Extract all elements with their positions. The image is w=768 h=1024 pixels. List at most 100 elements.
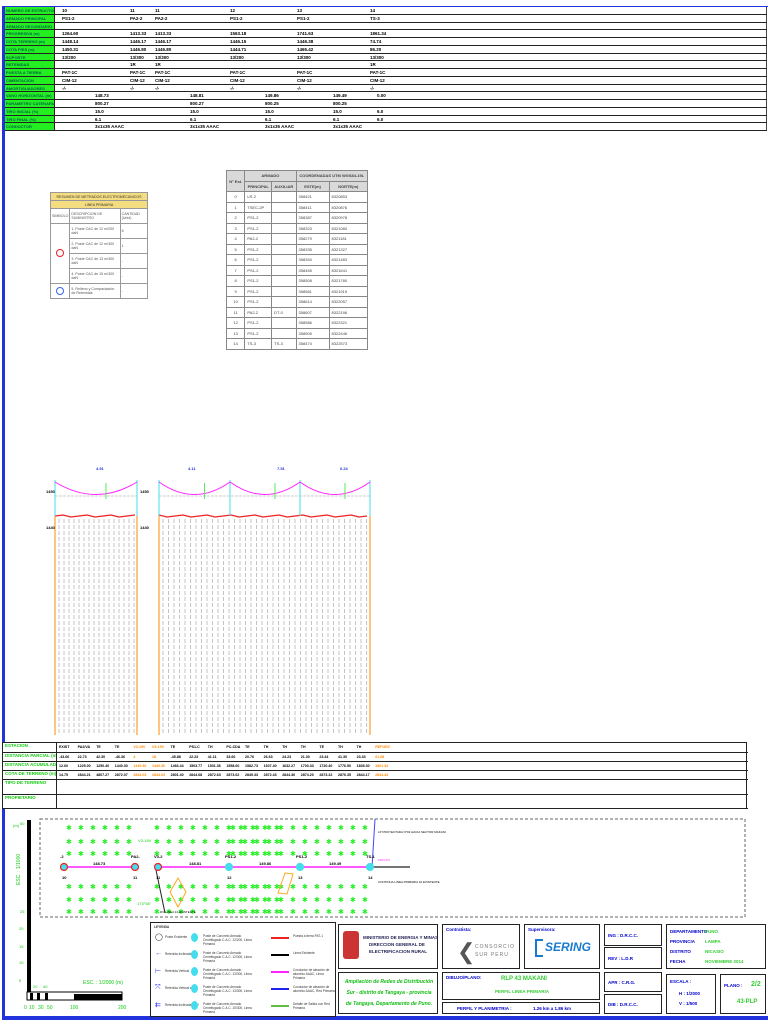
cell: 1444.71 — [230, 46, 247, 52]
cota-value: 2872.43 — [263, 773, 277, 777]
tree-icon: ✱ — [362, 883, 368, 891]
cell: 8321080 — [328, 222, 369, 234]
table-row: 4 PA2-2 358279 8321181 — [225, 233, 369, 245]
supervisor-box: Supervisora: SERING — [524, 924, 600, 969]
legend-line-icon — [271, 937, 289, 939]
legend-symbol-icon: ⇇ — [155, 1002, 161, 1009]
perfil-range: 1.26 km a 1.86 km — [533, 1006, 572, 1011]
legend-symbol-icon: ⊢ — [155, 968, 162, 975]
vertical-scale-bar — [27, 920, 31, 992]
tree-icon: ✱ — [362, 824, 368, 832]
table-row: 2 PS1-2 358387 8320978 — [225, 212, 369, 224]
row-label: PARAMETRO CATENARIA (m) — [5, 100, 55, 107]
legend-item: Linea Existente — [293, 951, 315, 955]
table-row: 3 PS1-2 358323 8321080 — [225, 222, 369, 234]
title-block: MINISTERIO DE ENERGIA Y MINAS DIRECCION … — [336, 922, 768, 1017]
cell: 800.27 — [190, 101, 204, 106]
legend-item: Detalle de Salida con Red Primaria — [293, 1002, 330, 1010]
partial-value: 26.63 — [263, 755, 273, 759]
band-label: ESTACION — [3, 743, 57, 752]
sign-rev: REV : L.D.R — [604, 947, 662, 969]
cell: 1446.17 — [130, 39, 147, 44]
structure-table: NUMERO DE ESTRUCTURA 10 11 11 12 13 14 ARMADO P… — [5, 7, 767, 131]
pole-label: PA2- — [131, 854, 140, 859]
cell: -/- — [130, 85, 135, 91]
location-value: NICASIO — [705, 949, 724, 954]
pole-icon[interactable] — [224, 862, 234, 872]
legend-item: Poste de Concreto Armado Centrifugado C.… — [203, 951, 252, 963]
tree-icon: ✱ — [214, 850, 220, 858]
tree-icon: ✱ — [274, 850, 280, 858]
cell: PS1-2 — [244, 275, 273, 287]
scale-tick: 15 — [19, 944, 24, 949]
pole-icon[interactable] — [365, 862, 375, 872]
terrain-line — [54, 514, 136, 518]
table-row: VANO HORIZONTAL (m) 148.73 148.81 149.86 149… — [5, 92, 767, 100]
ministry-line: DIRECCION GENERAL DE — [369, 942, 425, 947]
tree-icon: ✱ — [78, 824, 84, 832]
scale-tick: 100 — [70, 1005, 79, 1011]
tree-icon: ✱ — [202, 896, 208, 904]
cell: 358387 — [295, 212, 330, 224]
cota-value: 2844.17 — [356, 773, 370, 777]
row-label: COTA PIES (m) — [5, 45, 55, 53]
cell: 358421 — [295, 191, 330, 203]
pole-icon[interactable] — [295, 862, 305, 872]
tree-icon: ✱ — [326, 883, 332, 891]
cell: 2 — [225, 212, 246, 224]
cell: 1264.60 — [62, 31, 79, 37]
sag-value: 6.24 — [340, 466, 349, 471]
cell: 358394 — [295, 254, 330, 266]
legend-item: Poste de Concreto Armado Centrifugado C.… — [203, 985, 252, 997]
cell: PA2-2 — [155, 15, 168, 21]
band-label: DISTANCIA ACUMULADA (m) — [3, 762, 57, 770]
accum-value: 1440.30 — [152, 764, 165, 768]
cell: 3x1x35 AAAC — [333, 124, 363, 130]
stations-value: REFORZ — [375, 745, 390, 749]
cell: 8321641 — [328, 264, 369, 276]
cota-value: 14.75 — [59, 773, 68, 777]
tree-icon: ✱ — [66, 838, 72, 846]
scale-segment — [74, 994, 122, 1000]
tree-icon: ✱ — [214, 896, 220, 904]
cell: 1741.63 — [297, 31, 314, 37]
band-row: PROPIETARIO — [3, 795, 748, 809]
profile-drawing: 1450 1440 1450 1440 4.91 4.11 7.51 6.24 — [46, 466, 371, 735]
tree-icon: ✱ — [66, 850, 72, 858]
col-principal: PRINCIPAL — [244, 180, 273, 192]
pole-icon[interactable] — [153, 862, 163, 872]
scale-tick: 20 — [33, 984, 38, 989]
tree-icon: ✱ — [66, 908, 72, 916]
cell: 6.1 — [190, 116, 197, 122]
accum-value: 1503.77 — [189, 764, 203, 768]
tree-icon: ✱ — [126, 838, 132, 846]
tree-icon: ✱ — [214, 838, 220, 846]
project-line: Sur - distrito de Tangaya - provincia — [346, 990, 432, 996]
cell: PS1-2 — [230, 15, 243, 21]
tree-icon: ✱ — [350, 824, 356, 832]
summary-qty: - — [119, 253, 149, 269]
cell: -/- — [230, 85, 235, 91]
tree-icon: ✱ — [166, 850, 172, 858]
col-auxiliar: AUXILIAR — [271, 180, 297, 192]
pole-icon[interactable] — [130, 862, 140, 872]
tree-icon: ✱ — [114, 838, 120, 846]
pole-icon[interactable] — [59, 862, 69, 872]
sign-text: REV : L.D.R — [608, 956, 634, 961]
cell: CIM-12 — [155, 77, 170, 83]
cell: PS1-2 — [244, 296, 273, 308]
accum-value: 1861.34 — [375, 764, 389, 768]
summary-qty: - — [119, 283, 149, 299]
cell: PAT-1C — [370, 70, 386, 75]
row-label: ARMADO SECUNDARIO — [5, 22, 55, 30]
ministry-box: MINISTERIO DE ENERGIA Y MINAS DIRECCION … — [338, 924, 438, 969]
table-row: SOPORTE 13/200 13/300 13/300 13/200 13/300 13/… — [5, 53, 767, 62]
project-box: Ampliación de Redes de Distribución Sur … — [338, 972, 438, 1014]
cell — [271, 243, 297, 255]
cell: 0 — [225, 191, 246, 203]
cell: 1R — [370, 62, 376, 68]
pole-legend-icon — [191, 950, 198, 959]
tree-icon: ✱ — [262, 908, 268, 916]
band-label: COTA DE TERRENO (m) — [3, 771, 57, 779]
cell: 12 — [230, 8, 236, 13]
